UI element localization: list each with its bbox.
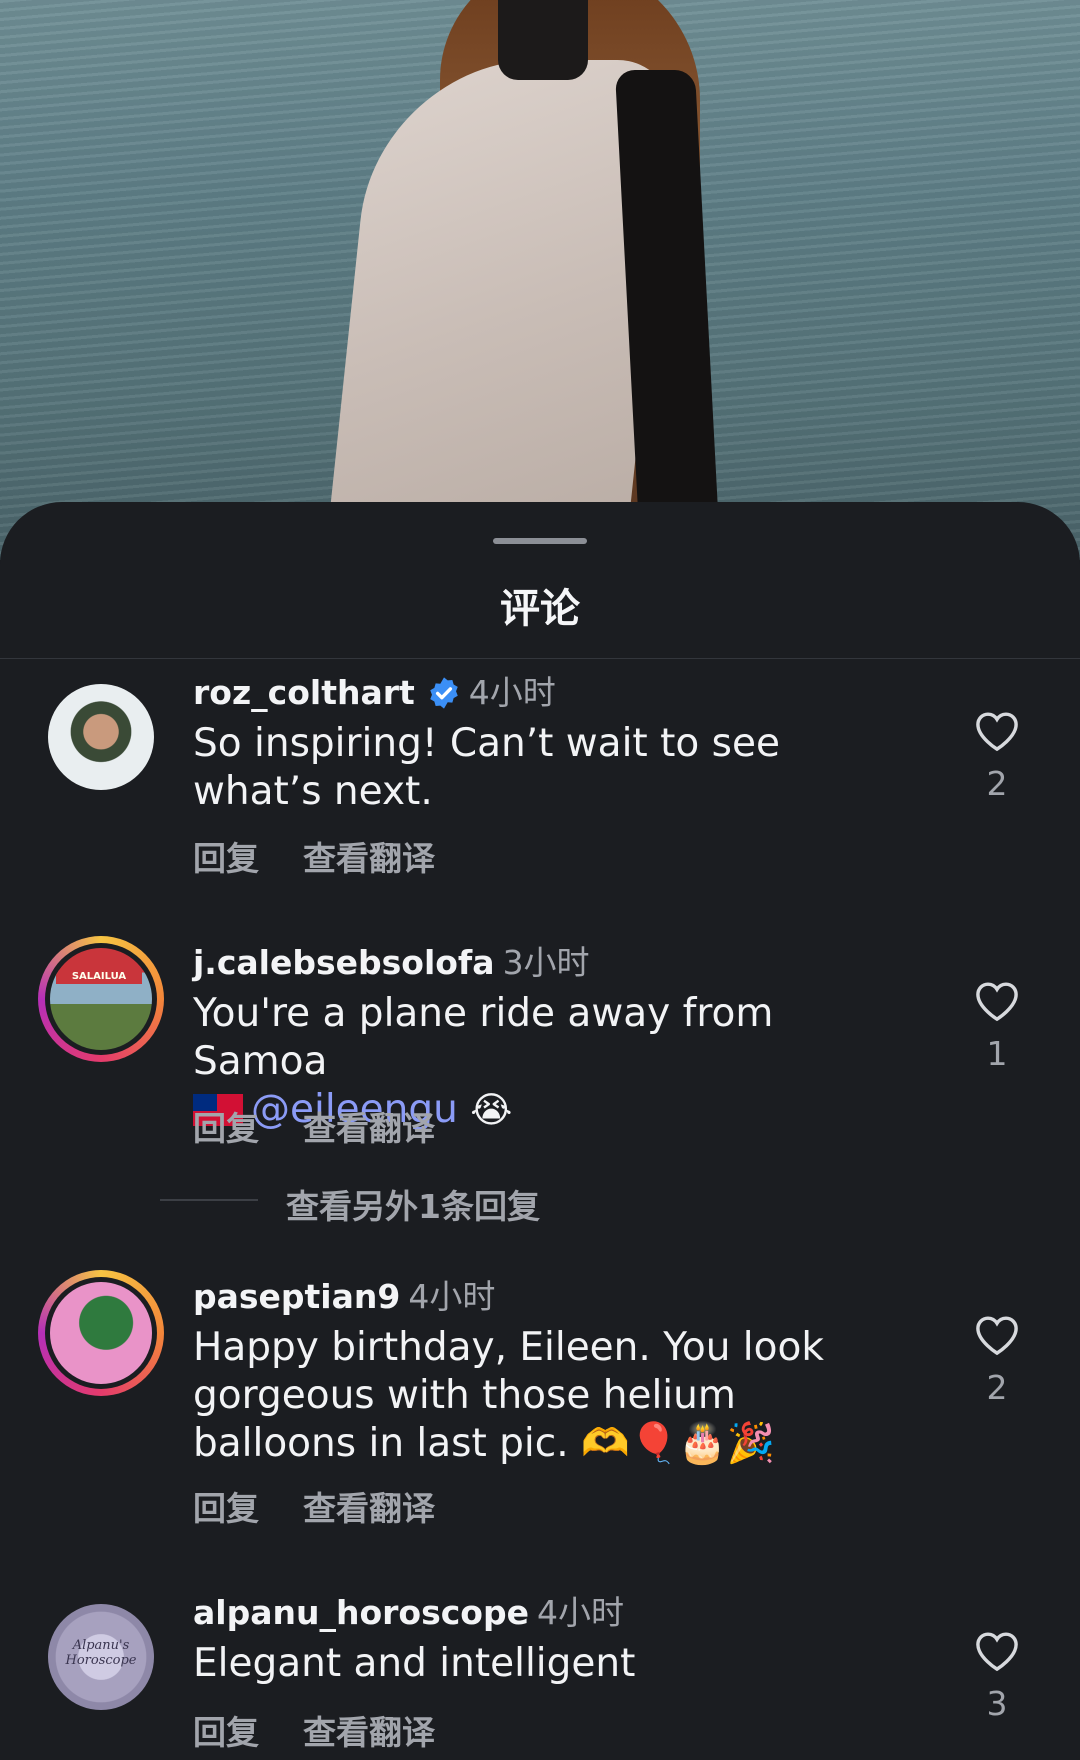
avatar[interactable] <box>38 674 164 800</box>
comment-actions: 回复 查看翻译 <box>193 1102 435 1150</box>
avatar-sign-text: SALAILUA <box>56 970 142 984</box>
comment-username[interactable]: roz_colthart <box>193 673 415 712</box>
like-button[interactable]: 2 <box>964 710 1030 803</box>
comment-timestamp: 4小时 <box>468 673 556 712</box>
comment-timestamp: 4小时 <box>408 1277 496 1316</box>
comment-header: alpanu_horoscope 4小时 <box>193 1586 624 1634</box>
see-translation-button[interactable]: 查看翻译 <box>303 1109 435 1148</box>
like-count: 2 <box>986 764 1008 803</box>
like-count: 1 <box>986 1034 1008 1073</box>
heart-icon <box>976 1632 1018 1672</box>
see-translation-button[interactable]: 查看翻译 <box>303 1489 435 1528</box>
sheet-title: 评论 <box>500 586 580 632</box>
comment-header: roz_colthart 4小时 <box>193 666 556 714</box>
comment-username[interactable]: alpanu_horoscope <box>193 1593 529 1632</box>
comment-timestamp: 3小时 <box>502 943 590 982</box>
heart-icon <box>976 982 1018 1022</box>
avatar-image <box>50 1282 152 1384</box>
comment-actions: 回复 查看翻译 <box>193 832 435 880</box>
avatar-story-ring[interactable]: SALAILUA <box>38 936 164 1062</box>
comment-text: So inspiring! Can’t wait to see what’s n… <box>193 721 780 814</box>
reply-button[interactable]: 回复 <box>193 1109 259 1148</box>
comment-actions: 回复 查看翻译 <box>193 1482 435 1530</box>
photo-figure-collar <box>498 0 588 80</box>
comment-username[interactable]: paseptian9 <box>193 1277 400 1316</box>
like-count: 3 <box>986 1684 1008 1723</box>
comment-text-body: You're a plane ride away from Samoa <box>193 991 774 1084</box>
post-photo <box>0 0 1080 560</box>
like-button[interactable]: 2 <box>964 1314 1030 1407</box>
verified-badge-icon <box>430 677 458 709</box>
heart-icon <box>976 1316 1018 1356</box>
view-more-replies-label: 查看另外1条回复 <box>286 1187 540 1226</box>
reply-button[interactable]: 回复 <box>193 1713 259 1752</box>
replies-divider-line <box>160 1199 258 1201</box>
comments-sheet: 评论 roz_colthart 4小时 So inspiring! Can’t w… <box>0 502 1080 1760</box>
avatar-story-ring[interactable] <box>38 1270 164 1396</box>
avatar-image <box>48 684 154 790</box>
avatar[interactable]: Alpanu's Horoscope <box>38 1594 164 1720</box>
avatar-logo-text: Alpanu's Horoscope <box>65 1638 137 1668</box>
comment-text: Elegant and intelligent <box>193 1641 636 1686</box>
comment-text: Happy birthday, Eileen. You look gorgeou… <box>193 1325 824 1466</box>
like-button[interactable]: 3 <box>964 1630 1030 1723</box>
avatar-image: Alpanu's Horoscope <box>48 1604 154 1710</box>
like-button[interactable]: 1 <box>964 980 1030 1073</box>
comment-actions: 回复 查看翻译 <box>193 1706 435 1754</box>
sheet-divider <box>0 658 1080 659</box>
comment-username[interactable]: j.calebsebsolofa <box>193 943 495 982</box>
comment-timestamp: 4小时 <box>536 1593 624 1632</box>
comment-header: paseptian9 4小时 <box>193 1270 495 1318</box>
see-translation-button[interactable]: 查看翻译 <box>303 1713 435 1752</box>
crying-face-emoji: 😭 <box>470 1090 513 1131</box>
avatar-image: SALAILUA <box>50 948 152 1050</box>
comment-header: j.calebsebsolofa 3小时 <box>193 936 590 984</box>
reply-button[interactable]: 回复 <box>193 839 259 878</box>
reply-button[interactable]: 回复 <box>193 1489 259 1528</box>
heart-icon <box>976 712 1018 752</box>
like-count: 2 <box>986 1368 1008 1407</box>
see-translation-button[interactable]: 查看翻译 <box>303 839 435 878</box>
sheet-drag-handle[interactable] <box>493 538 587 544</box>
